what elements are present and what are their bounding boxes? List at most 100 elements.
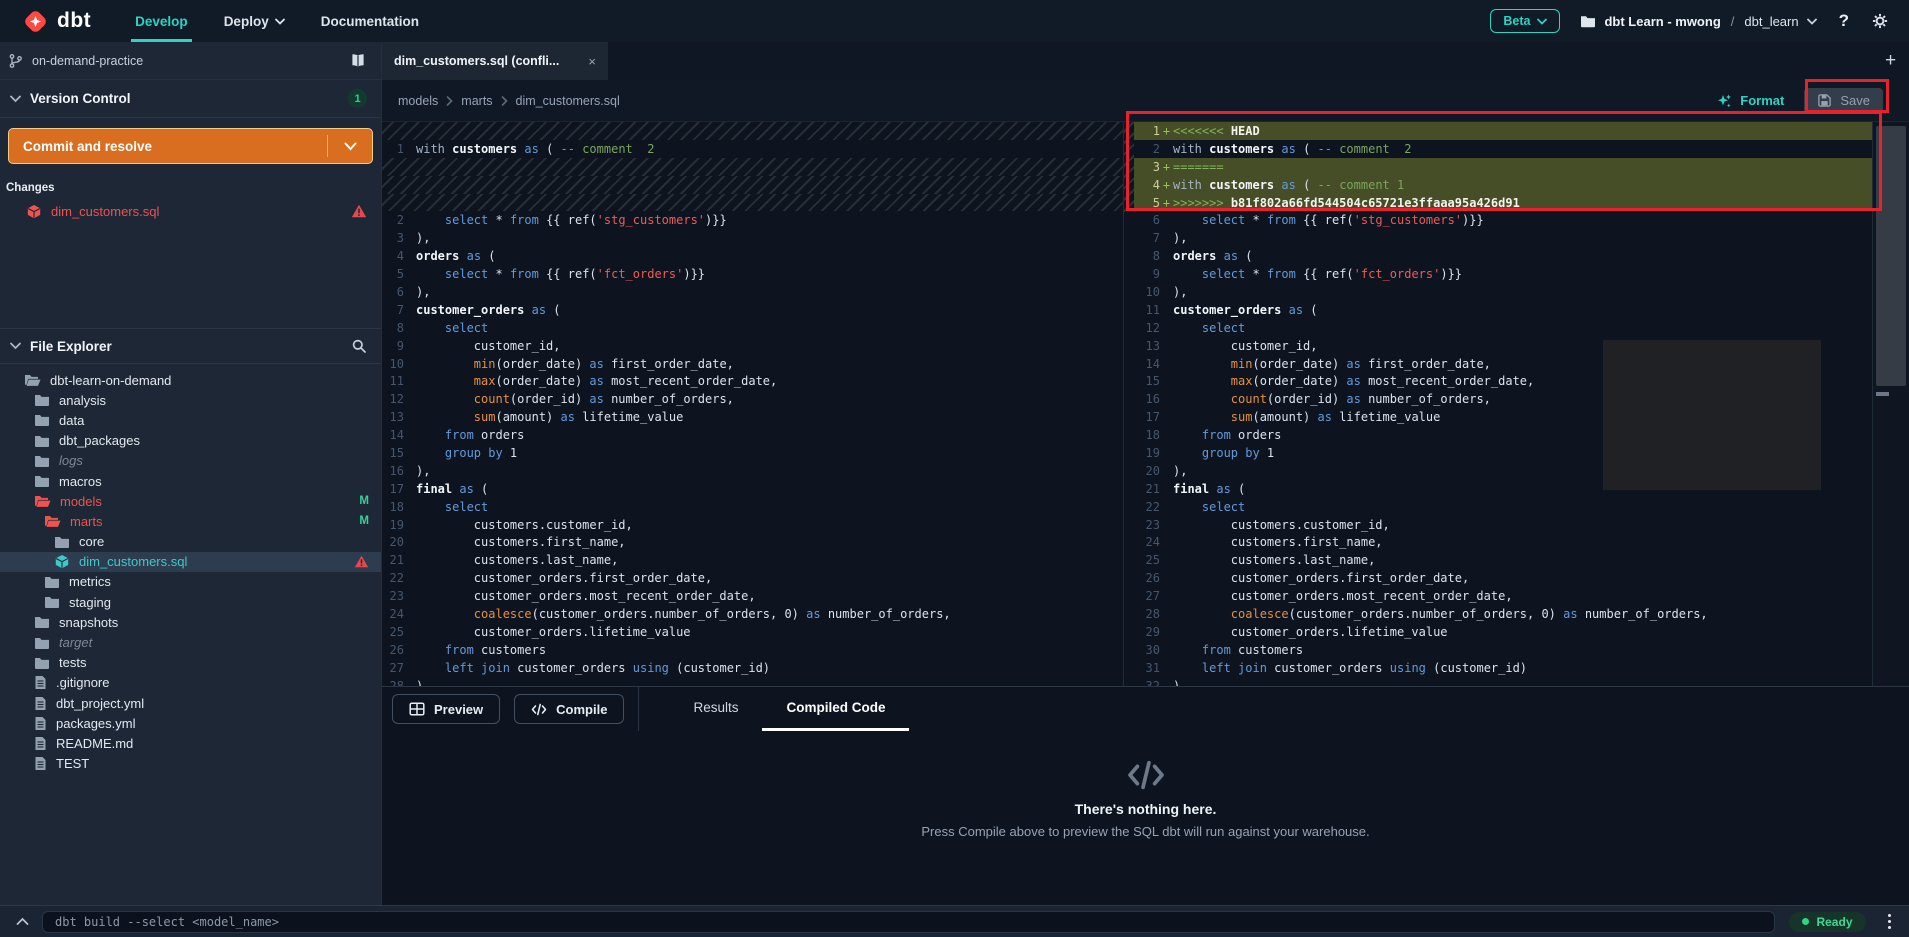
code-line-left-10[interactable]: 10 min(order_date) as first_order_date, xyxy=(382,355,1123,373)
code-line-right-1[interactable]: 1+<<<<<<< HEAD xyxy=(1124,122,1872,140)
tree-item-tests[interactable]: tests xyxy=(0,653,381,673)
breadcrumb-item-models[interactable]: models xyxy=(398,94,438,108)
code-line-right-4[interactable]: 4+with customers as ( -- comment 1 xyxy=(1124,176,1872,194)
git-branch-selector[interactable]: on-demand-practice xyxy=(0,42,381,80)
file-explorer-section-header[interactable]: File Explorer xyxy=(0,328,381,364)
code-line-right-7[interactable]: 7 ), xyxy=(1124,229,1872,247)
tree-item-logs[interactable]: logs xyxy=(0,451,381,471)
tree-item-dim-customers-sql[interactable]: dim_customers.sql xyxy=(0,552,381,572)
code-line-right-32[interactable]: 32 ) xyxy=(1124,677,1872,686)
code-line-left-20[interactable]: 20 customers.first_name, xyxy=(382,533,1123,551)
code-line-left-16[interactable]: 16), xyxy=(382,462,1123,480)
settings-gear-icon[interactable] xyxy=(1871,12,1889,30)
editor-tab-dim-customers[interactable]: dim_customers.sql (confli... × xyxy=(382,42,608,80)
kebab-menu-icon[interactable] xyxy=(1882,910,1898,934)
nav-tab-documentation[interactable]: Documentation xyxy=(303,0,437,42)
tree-item-marts[interactable]: martsM xyxy=(0,511,381,531)
code-line-left-24[interactable]: 24 coalesce(customer_orders.number_of_or… xyxy=(382,605,1123,623)
code-line-left-9[interactable]: 9 customer_id, xyxy=(382,337,1123,355)
dbt-logo[interactable]: dbt xyxy=(0,0,117,42)
format-button[interactable]: Format xyxy=(1716,93,1784,109)
code-line-left-6[interactable]: 6), xyxy=(382,283,1123,301)
tree-item-packages-yml[interactable]: packages.yml xyxy=(0,713,381,733)
code-line-left-14[interactable]: 14 from orders xyxy=(382,426,1123,444)
code-line-left-5[interactable]: 5 select * from {{ ref('fct_orders')}} xyxy=(382,265,1123,283)
code-line-right-9[interactable]: 9 select * from {{ ref('fct_orders')}} xyxy=(1124,265,1872,283)
code-line-left-17[interactable]: 17final as ( xyxy=(382,480,1123,498)
tree-item-dbt-packages[interactable]: dbt_packages xyxy=(0,431,381,451)
code-line-right-8[interactable]: 8 orders as ( xyxy=(1124,247,1872,265)
code-line-left-27[interactable]: 27 left join customer_orders using (cust… xyxy=(382,659,1123,677)
code-line-right-30[interactable]: 30 from customers xyxy=(1124,641,1872,659)
tree-item-models[interactable]: modelsM xyxy=(0,491,381,511)
search-icon[interactable] xyxy=(351,338,367,354)
save-button[interactable]: Save xyxy=(1804,88,1883,114)
compile-button[interactable]: Compile xyxy=(514,694,624,724)
code-line-left-2[interactable]: 2 select * from {{ ref('stg_customers')}… xyxy=(382,211,1123,229)
code-line-left-22[interactable]: 22 customer_orders.first_order_date, xyxy=(382,569,1123,587)
tree-item-test[interactable]: TEST xyxy=(0,754,381,774)
code-line-left-26[interactable]: 26 from customers xyxy=(382,641,1123,659)
code-line-right-10[interactable]: 10 ), xyxy=(1124,283,1872,301)
code-line-left-4[interactable]: 4orders as ( xyxy=(382,247,1123,265)
code-line-left-28[interactable]: 28) xyxy=(382,677,1123,686)
code-line-right-28[interactable]: 28 coalesce(customer_orders.number_of_or… xyxy=(1124,605,1872,623)
breadcrumb-item-marts[interactable]: marts xyxy=(461,94,492,108)
version-control-section-header[interactable]: Version Control 1 xyxy=(0,80,381,118)
tree-item-snapshots[interactable]: snapshots xyxy=(0,612,381,632)
changed-file-dim-customers[interactable]: dim_customers.sql xyxy=(0,198,381,224)
expand-panel-chevron-icon[interactable] xyxy=(12,917,32,926)
code-line-left-1[interactable]: 1with customers as ( -- comment 2 xyxy=(382,140,1123,158)
code-line-left-18[interactable]: 18 select xyxy=(382,498,1123,516)
help-icon[interactable]: ? xyxy=(1837,11,1851,31)
project-switcher[interactable]: dbt Learn - mwong / dbt_learn xyxy=(1580,14,1816,29)
breadcrumb-item-dim-customers-sql[interactable]: dim_customers.sql xyxy=(516,94,620,108)
tree-item-macros[interactable]: macros xyxy=(0,471,381,491)
code-line-right-24[interactable]: 24 customers.first_name, xyxy=(1124,533,1872,551)
code-line-left-8[interactable]: 8 select xyxy=(382,319,1123,337)
code-line-right-23[interactable]: 23 customers.customer_id, xyxy=(1124,516,1872,534)
tree-item-dbt-learn-on-demand[interactable]: dbt-learn-on-demand xyxy=(0,370,381,390)
code-line-right-3[interactable]: 3+======= xyxy=(1124,158,1872,176)
tree-item-dbt-project-yml[interactable]: dbt_project.yml xyxy=(0,693,381,713)
code-line-left-7[interactable]: 7customer_orders as ( xyxy=(382,301,1123,319)
nav-tab-develop[interactable]: Develop xyxy=(117,0,206,42)
code-line-right-5[interactable]: 5+>>>>>>> b81f802a66fd544504c65721e3ffaa… xyxy=(1124,194,1872,212)
preview-button[interactable]: Preview xyxy=(392,694,500,724)
nav-tab-deploy[interactable]: Deploy xyxy=(206,0,303,42)
tree-item-gitignore[interactable]: .gitignore xyxy=(0,673,381,693)
code-line-left-23[interactable]: 23 customer_orders.most_recent_order_dat… xyxy=(382,587,1123,605)
tab-close-icon[interactable]: × xyxy=(588,54,596,69)
code-line-left-12[interactable]: 12 count(order_id) as number_of_orders, xyxy=(382,390,1123,408)
tab-compiled-code[interactable]: Compiled Code xyxy=(762,687,909,731)
tree-item-target[interactable]: target xyxy=(0,632,381,652)
command-input[interactable]: dbt build --select <model_name> xyxy=(42,911,1775,933)
code-line-right-11[interactable]: 11 customer_orders as ( xyxy=(1124,301,1872,319)
code-line-left-15[interactable]: 15 group by 1 xyxy=(382,444,1123,462)
code-line-left-11[interactable]: 11 max(order_date) as most_recent_order_… xyxy=(382,372,1123,390)
code-line-right-2[interactable]: 2 with customers as ( -- comment 2 xyxy=(1124,140,1872,158)
code-line-right-25[interactable]: 25 customers.last_name, xyxy=(1124,551,1872,569)
code-line-right-26[interactable]: 26 customer_orders.first_order_date, xyxy=(1124,569,1872,587)
code-line-right-31[interactable]: 31 left join customer_orders using (cust… xyxy=(1124,659,1872,677)
code-line-right-27[interactable]: 27 customer_orders.most_recent_order_dat… xyxy=(1124,587,1872,605)
code-line-right-6[interactable]: 6 select * from {{ ref('stg_customers')}… xyxy=(1124,211,1872,229)
code-line-left-13[interactable]: 13 sum(amount) as lifetime_value xyxy=(382,408,1123,426)
code-line-left-25[interactable]: 25 customer_orders.lifetime_value xyxy=(382,623,1123,641)
code-line-right-29[interactable]: 29 customer_orders.lifetime_value xyxy=(1124,623,1872,641)
code-line-left-19[interactable]: 19 customers.customer_id, xyxy=(382,516,1123,534)
tree-item-analysis[interactable]: analysis xyxy=(0,390,381,410)
tree-item-staging[interactable]: staging xyxy=(0,592,381,612)
tree-item-metrics[interactable]: metrics xyxy=(0,572,381,592)
code-line-left-21[interactable]: 21 customers.last_name, xyxy=(382,551,1123,569)
commit-dropdown-chevron[interactable] xyxy=(328,142,372,151)
new-tab-button[interactable]: + xyxy=(1872,42,1909,80)
beta-dropdown[interactable]: Beta xyxy=(1490,9,1560,33)
commit-and-resolve-button[interactable]: Commit and resolve xyxy=(8,128,373,164)
code-line-right-22[interactable]: 22 select xyxy=(1124,498,1872,516)
code-line-left-3[interactable]: 3), xyxy=(382,229,1123,247)
tab-results[interactable]: Results xyxy=(669,687,762,731)
editor-pane-local[interactable]: 1with customers as ( -- comment 2 2 selec… xyxy=(382,122,1124,686)
tree-item-core[interactable]: core xyxy=(0,532,381,552)
tree-item-data[interactable]: data xyxy=(0,410,381,430)
